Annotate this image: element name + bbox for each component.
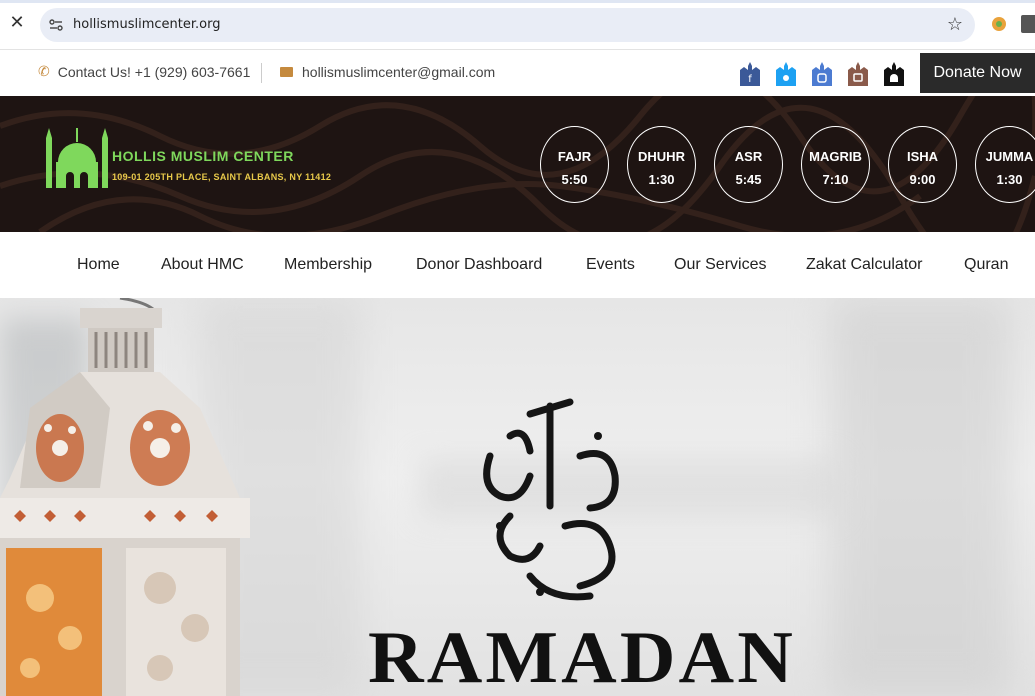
phone-icon: ✆ bbox=[38, 64, 50, 80]
extension-icon[interactable] bbox=[990, 15, 1008, 33]
close-icon[interactable]: ✕ bbox=[8, 14, 26, 32]
tab-strip-edge bbox=[0, 0, 1035, 3]
nav-item-quran[interactable]: Quran bbox=[964, 256, 1008, 274]
prayer-name: FAJR bbox=[557, 149, 592, 164]
url-text[interactable]: hollismuslimcenter.org bbox=[73, 17, 220, 32]
social-links: f bbox=[738, 60, 906, 86]
contact-email[interactable]: hollismuslimcenter@gmail.com bbox=[280, 64, 495, 80]
donate-button[interactable]: Donate Now bbox=[920, 53, 1035, 93]
prayer-time-fajr: FAJR 5:50 bbox=[540, 126, 609, 203]
prayer-time: 5:45 bbox=[735, 172, 762, 187]
prayer-time-jumma: JUMMA 1:30 bbox=[975, 126, 1035, 203]
ramadan-mubarak-calligraphy bbox=[483, 398, 619, 601]
svg-text:f: f bbox=[748, 74, 752, 85]
extension-icon[interactable] bbox=[1021, 15, 1035, 33]
prayer-name: DHUHR bbox=[638, 149, 685, 164]
envelope-icon bbox=[280, 67, 293, 77]
prayer-name: ASR bbox=[734, 149, 763, 164]
prayer-time: 1:30 bbox=[648, 172, 675, 187]
prayer-time-asr: ASR 5:45 bbox=[714, 126, 783, 203]
prayer-name: ISHA bbox=[906, 149, 939, 164]
address-bar[interactable]: hollismuslimcenter.org ☆ bbox=[40, 8, 975, 42]
prayer-time-magrib: MAGRIB 7:10 bbox=[801, 126, 870, 203]
nav-item-donor-dashboard[interactable]: Donor Dashboard bbox=[416, 256, 542, 274]
nav-item-home[interactable]: Home bbox=[77, 256, 120, 274]
background-blur bbox=[830, 298, 1010, 696]
contact-bar: ✆ Contact Us! +1 (929) 603-7661 hollismu… bbox=[0, 50, 1035, 96]
prayer-name: JUMMA bbox=[985, 149, 1034, 164]
nav-item-events[interactable]: Events bbox=[586, 256, 635, 274]
hero-banner: RAMADAN bbox=[0, 298, 1035, 696]
lantern-image bbox=[0, 298, 250, 696]
mosque-logo[interactable] bbox=[44, 122, 114, 194]
main-nav: Home About HMC Membership Donor Dashboar… bbox=[0, 232, 1035, 298]
header-pattern bbox=[0, 96, 1035, 232]
nav-item-membership[interactable]: Membership bbox=[284, 256, 372, 274]
site-settings-icon[interactable] bbox=[48, 17, 64, 33]
prayer-time-dhuhr: DHUHR 1:30 bbox=[627, 126, 696, 203]
prayer-time-isha: ISHA 9:00 bbox=[888, 126, 957, 203]
mosque-icon[interactable] bbox=[882, 60, 906, 86]
contact-label: Contact Us! +1 (929) 603-7661 bbox=[57, 64, 251, 80]
brand-name[interactable]: HOLLIS MUSLIM CENTER bbox=[112, 148, 294, 164]
prayer-time: 5:50 bbox=[561, 172, 588, 187]
star-icon[interactable]: ☆ bbox=[947, 14, 963, 35]
prayer-time: 1:30 bbox=[996, 172, 1023, 187]
brand-address: 109-01 205TH PLACE, SAINT ALBANS, NY 114… bbox=[112, 172, 332, 182]
browser-toolbar: ✕ hollismuslimcenter.org ☆ bbox=[0, 0, 1035, 50]
facebook-icon[interactable]: f bbox=[738, 60, 762, 86]
prayer-name: MAGRIB bbox=[809, 149, 862, 164]
site-header: HOLLIS MUSLIM CENTER 109-01 205TH PLACE,… bbox=[0, 96, 1035, 232]
hero-heading: RAMADAN bbox=[368, 617, 796, 696]
prayer-time: 9:00 bbox=[909, 172, 936, 187]
divider bbox=[261, 63, 262, 83]
instagram-icon[interactable] bbox=[810, 60, 834, 86]
nav-item-about[interactable]: About HMC bbox=[161, 256, 244, 274]
email-label: hollismuslimcenter@gmail.com bbox=[302, 64, 496, 80]
prayer-time: 7:10 bbox=[822, 172, 849, 187]
twitter-icon[interactable] bbox=[774, 60, 798, 86]
nav-item-services[interactable]: Our Services bbox=[674, 256, 766, 274]
contact-phone[interactable]: ✆ Contact Us! +1 (929) 603-7661 bbox=[38, 64, 250, 80]
nav-item-zakat-calculator[interactable]: Zakat Calculator bbox=[806, 256, 923, 274]
youtube-icon[interactable] bbox=[846, 60, 870, 86]
